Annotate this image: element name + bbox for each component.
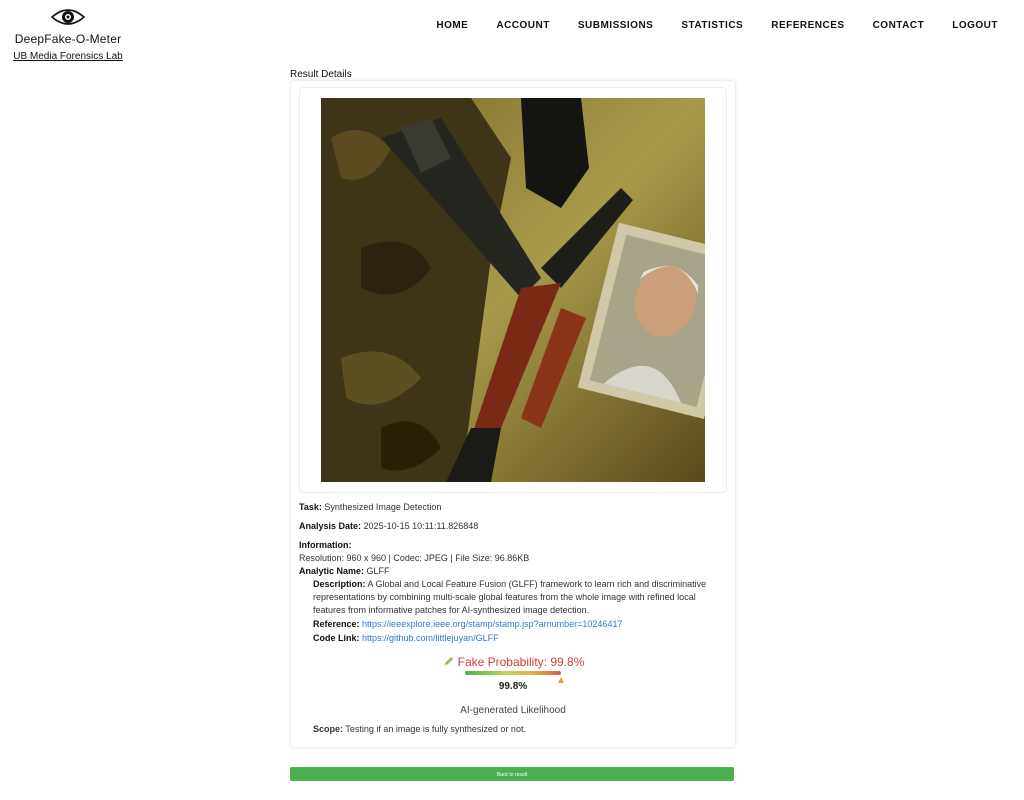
brand: DeepFake-O-Meter UB Media Forensics Lab bbox=[10, 6, 126, 64]
analysis-date-value: 2025-10-15 10:11:11.826848 bbox=[363, 521, 479, 531]
reference-label: Reference: bbox=[313, 619, 360, 629]
nav-submissions[interactable]: SUBMISSIONS bbox=[578, 20, 654, 31]
task-value: Synthesized Image Detection bbox=[324, 502, 442, 512]
nav-home[interactable]: HOME bbox=[436, 20, 468, 31]
scope-label: Scope: bbox=[313, 724, 344, 734]
back-to-result-button[interactable]: Back to result bbox=[290, 767, 734, 781]
nav-statistics[interactable]: STATISTICS bbox=[681, 20, 743, 31]
page-title: Result Details bbox=[290, 69, 352, 80]
code-link-label: Code Link: bbox=[313, 633, 360, 643]
analysis-date-row: Analysis Date: 2025-10-15 10:11:11.82684… bbox=[299, 520, 729, 533]
analytic-row: Analytic Name: GLFF bbox=[299, 565, 729, 578]
code-link[interactable]: https://github.com/littlejuyan/GLFF bbox=[362, 633, 499, 643]
eye-logo-icon bbox=[50, 9, 86, 25]
analysis-date-label: Analysis Date: bbox=[299, 521, 362, 531]
information-label: Information: bbox=[299, 540, 352, 550]
reference-row: Reference: https://ieeexplore.ieee.org/s… bbox=[313, 618, 729, 631]
analyzed-image bbox=[321, 98, 705, 482]
main-nav: HOME ACCOUNT SUBMISSIONS STATISTICS REFE… bbox=[436, 20, 998, 31]
analytic-details: Description: A Global and Local Feature … bbox=[299, 578, 729, 645]
image-frame bbox=[299, 87, 727, 493]
information-row: Information: Resolution: 960 x 960 | Cod… bbox=[299, 539, 729, 565]
brand-name: DeepFake-O-Meter bbox=[14, 32, 122, 46]
scope-row: Scope: Testing if an image is fully synt… bbox=[313, 724, 526, 734]
pencil-icon bbox=[443, 657, 453, 666]
description-row: Description: A Global and Local Feature … bbox=[313, 578, 729, 617]
analytic-label: Analytic Name: bbox=[299, 566, 365, 576]
description-value: A Global and Local Feature Fusion (GLFF)… bbox=[313, 579, 707, 615]
analytic-value: GLFF bbox=[366, 566, 390, 576]
lab-link[interactable]: UB Media Forensics Lab bbox=[13, 51, 123, 62]
fake-probability: Fake Probability: 99.8% bbox=[291, 653, 735, 671]
nav-account[interactable]: ACCOUNT bbox=[496, 20, 550, 31]
reference-link[interactable]: https://ieeexplore.ieee.org/stamp/stamp.… bbox=[362, 619, 622, 629]
nav-logout[interactable]: LOGOUT bbox=[952, 20, 998, 31]
task-label: Task: bbox=[299, 502, 322, 512]
task-row: Task: Synthesized Image Detection bbox=[299, 501, 729, 514]
probability-percent: 99.8% bbox=[498, 681, 528, 692]
probability-gauge bbox=[465, 671, 561, 675]
code-link-row: Code Link: https://github.com/littlejuya… bbox=[313, 632, 729, 645]
result-card: Task: Synthesized Image Detection Analys… bbox=[290, 80, 736, 748]
information-value: Resolution: 960 x 960 | Codec: JPEG | Fi… bbox=[299, 553, 530, 563]
nav-contact[interactable]: CONTACT bbox=[873, 20, 925, 31]
result-details: Task: Synthesized Image Detection Analys… bbox=[299, 501, 729, 646]
fake-probability-label: Fake Probability: 99.8% bbox=[457, 655, 585, 669]
description-label: Description: bbox=[313, 579, 366, 589]
scope-value: Testing if an image is fully synthesized… bbox=[345, 724, 526, 734]
likelihood-label: AI-generated Likelihood bbox=[460, 705, 566, 716]
nav-references[interactable]: REFERENCES bbox=[771, 20, 844, 31]
